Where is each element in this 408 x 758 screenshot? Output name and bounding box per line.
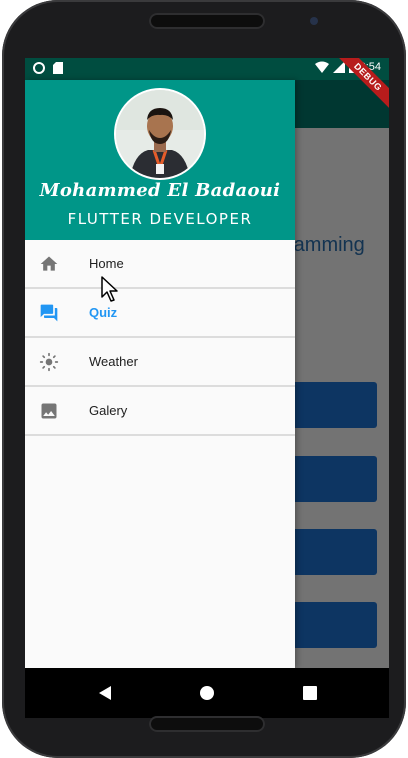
drawer-item-quiz[interactable]: Quiz [25,289,295,338]
earpiece-speaker [149,13,265,29]
image-icon [41,403,57,419]
drawer-item-galery[interactable]: Galery [25,387,295,436]
profile-photo [116,90,204,178]
mouse-cursor-icon [101,276,118,302]
profile-name: Mohammed El Badaoui [39,180,281,201]
sun-icon [39,352,59,372]
drawer-item-home[interactable]: Home [25,240,295,289]
phone-screen: ramming [25,58,389,718]
drawer-item-label: Quiz [89,305,118,320]
recents-icon[interactable] [302,685,318,701]
forum-icon [40,304,58,322]
home-icon [40,256,58,271]
home-nav-icon[interactable] [199,685,215,701]
drawer-menu: Home Quiz Weather Galery [25,240,295,436]
avatar [116,90,204,178]
navigation-drawer: Mohammed El Badaoui FLUTTER DEVELOPER Ho… [25,80,295,668]
drawer-item-label: Galery [89,403,128,418]
sync-circle-icon [33,62,45,74]
drawer-item-label: Home [89,256,124,271]
front-camera [310,17,318,25]
profile-role: FLUTTER DEVELOPER [67,210,253,228]
drawer-item-weather[interactable]: Weather [25,338,295,387]
drawer-item-label: Weather [89,354,138,369]
phone-frame: ramming [2,0,406,758]
bottom-speaker [149,716,265,732]
back-icon[interactable] [97,685,113,701]
sd-card-icon [53,62,63,74]
drawer-header: Mohammed El Badaoui FLUTTER DEVELOPER [25,80,295,240]
system-nav-bar [25,668,389,718]
wifi-icon [314,61,329,73]
signal-icon [332,61,345,73]
status-bar: 3:54 DEBUG [25,58,389,114]
